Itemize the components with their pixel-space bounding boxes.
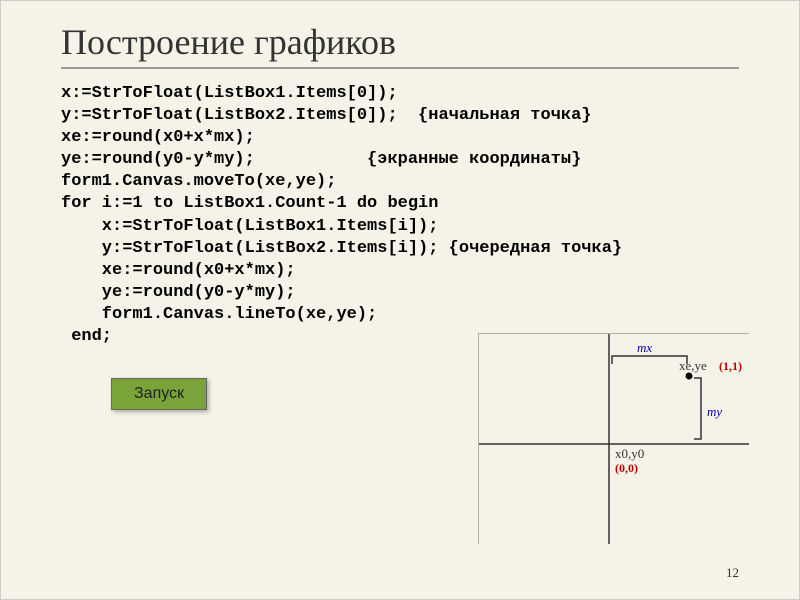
point-marker [686, 373, 693, 380]
code-line: form1.Canvas.moveTo(xe,ye); [61, 172, 336, 191]
code-line: x:=StrToFloat(ListBox1.Items[i]); [61, 217, 438, 236]
code-line: form1.Canvas.lineTo(xe,ye); [61, 305, 377, 324]
code-line: ye:=round(y0-y*my); {экранные координаты… [61, 150, 581, 169]
point11-label: (1,1) [719, 359, 742, 373]
code-line: y:=StrToFloat(ListBox2.Items[0]); {начал… [61, 106, 592, 125]
mx-label: mx [637, 340, 652, 355]
code-line: end; [61, 327, 112, 346]
x0y0-label: x0,y0 [615, 446, 644, 461]
title-underline [61, 67, 739, 69]
page-title: Построение графиков [61, 21, 739, 63]
code-block: x:=StrToFloat(ListBox1.Items[0]); y:=Str… [61, 83, 739, 348]
coordinate-diagram: mx my xe,ye (1,1) x0,y0 (0,0) [478, 333, 749, 544]
code-line: xe:=round(x0+x*mx); [61, 261, 296, 280]
code-line: xe:=round(x0+x*mx); [61, 128, 255, 147]
my-label: my [707, 404, 722, 419]
code-line: x:=StrToFloat(ListBox1.Items[0]); [61, 84, 398, 103]
page-number: 12 [726, 565, 739, 581]
code-line: y:=StrToFloat(ListBox2.Items[i]); {очере… [61, 239, 622, 258]
slide: Построение графиков x:=StrToFloat(ListBo… [0, 0, 800, 600]
origin-label: (0,0) [615, 461, 638, 475]
code-line: ye:=round(y0-y*my); [61, 283, 296, 302]
my-bracket [694, 378, 701, 439]
mx-bracket [612, 356, 687, 364]
code-line: for i:=1 to ListBox1.Count-1 do begin [61, 194, 438, 213]
launch-button[interactable]: Запуск [111, 378, 207, 410]
xeye-label: xe,ye [679, 358, 707, 373]
